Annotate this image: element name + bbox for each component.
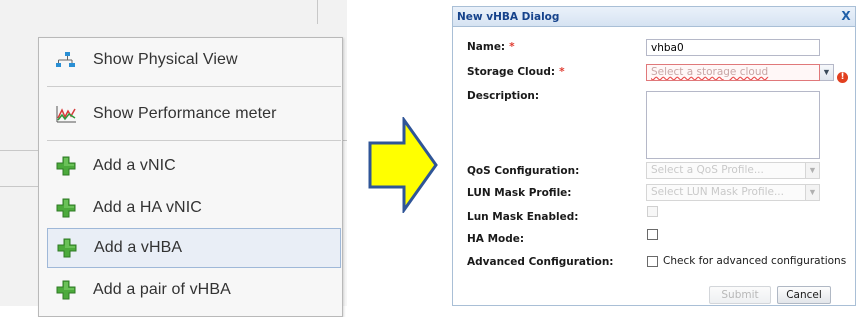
lun-mask-enabled-label: Lun Mask Enabled: bbox=[467, 211, 579, 223]
storage-cloud-placeholder[interactable]: Select a storage cloud bbox=[646, 64, 820, 81]
performance-meter-icon bbox=[53, 101, 79, 127]
advanced-configuration-label: Advanced Configuration: bbox=[467, 256, 614, 268]
required-asterisk: * bbox=[509, 41, 515, 53]
lun-mask-profile-placeholder[interactable]: Select LUN Mask Profile... bbox=[646, 184, 806, 201]
error-icon: ! bbox=[837, 72, 848, 83]
physical-view-icon bbox=[53, 47, 79, 73]
qos-configuration-label: QoS Configuration: bbox=[467, 165, 580, 177]
right-arrow-icon bbox=[368, 117, 438, 213]
name-input[interactable] bbox=[646, 39, 820, 56]
menu-item-show-performance-meter[interactable]: Show Performance meter bbox=[47, 94, 341, 134]
description-label: Description: bbox=[467, 90, 540, 102]
green-plus-icon bbox=[53, 195, 79, 221]
dialog-title: New vHBA Dialog bbox=[457, 11, 560, 23]
menu-item-label: Add a pair of vHBA bbox=[93, 281, 231, 298]
menu-item-label: Show Physical View bbox=[93, 51, 238, 68]
storage-cloud-label-text: Storage Cloud: bbox=[467, 66, 556, 78]
menu-item-add-ha-vnic[interactable]: Add a HA vNIC bbox=[47, 188, 341, 228]
qos-profile-select[interactable]: Select a QoS Profile... ▼ bbox=[646, 162, 820, 179]
qos-profile-placeholder[interactable]: Select a QoS Profile... bbox=[646, 162, 806, 179]
advanced-configuration-checkbox-label[interactable]: Check for advanced configurations bbox=[663, 255, 846, 267]
menu-item-label: Add a vNIC bbox=[93, 157, 176, 174]
close-icon[interactable]: X bbox=[839, 9, 853, 24]
menu-item-add-vhba[interactable]: Add a vHBA bbox=[47, 228, 341, 268]
submit-button[interactable]: Submit bbox=[709, 286, 771, 304]
menu-item-show-physical-view[interactable]: Show Physical View bbox=[47, 40, 341, 80]
description-textarea[interactable] bbox=[646, 91, 820, 159]
lun-mask-profile-select[interactable]: Select LUN Mask Profile... ▼ bbox=[646, 184, 820, 201]
chevron-down-icon[interactable]: ▼ bbox=[806, 162, 820, 179]
menu-item-label: Add a vHBA bbox=[94, 239, 183, 256]
lun-mask-enabled-checkbox[interactable] bbox=[647, 206, 658, 217]
menu-separator bbox=[47, 86, 341, 87]
storage-cloud-label: Storage Cloud: * bbox=[467, 66, 565, 78]
name-label: Name: * bbox=[467, 41, 515, 53]
green-plus-icon bbox=[53, 277, 79, 303]
chevron-down-icon[interactable]: ▼ bbox=[820, 64, 834, 81]
ha-mode-label: HA Mode: bbox=[467, 233, 525, 245]
background-divider bbox=[317, 0, 318, 24]
cancel-button[interactable]: Cancel bbox=[777, 286, 831, 304]
background-divider bbox=[0, 150, 38, 151]
chevron-down-icon[interactable]: ▼ bbox=[806, 184, 820, 201]
green-plus-icon bbox=[53, 153, 79, 179]
menu-item-label: Add a HA vNIC bbox=[93, 199, 202, 216]
storage-cloud-select[interactable]: Select a storage cloud ▼ bbox=[646, 64, 834, 81]
green-plus-icon bbox=[54, 235, 80, 261]
dialog-titlebar[interactable]: New vHBA Dialog X bbox=[453, 7, 855, 27]
context-menu: Show Physical View Show Performance mete… bbox=[38, 37, 343, 317]
background-divider bbox=[0, 186, 38, 187]
menu-item-add-pair-of-vhba[interactable]: Add a pair of vHBA bbox=[47, 270, 341, 310]
menu-item-add-vnic[interactable]: Add a vNIC bbox=[47, 146, 341, 186]
menu-item-label: Show Performance meter bbox=[93, 105, 277, 122]
menu-separator bbox=[47, 140, 341, 141]
ha-mode-checkbox[interactable] bbox=[647, 229, 658, 240]
name-label-text: Name: bbox=[467, 41, 506, 53]
new-vhba-dialog: New vHBA Dialog X Name:* Storage Cloud:*… bbox=[452, 6, 856, 306]
advanced-configuration-checkbox[interactable] bbox=[647, 256, 658, 267]
lun-mask-profile-label: LUN Mask Profile: bbox=[467, 187, 572, 199]
required-asterisk: * bbox=[559, 66, 565, 78]
